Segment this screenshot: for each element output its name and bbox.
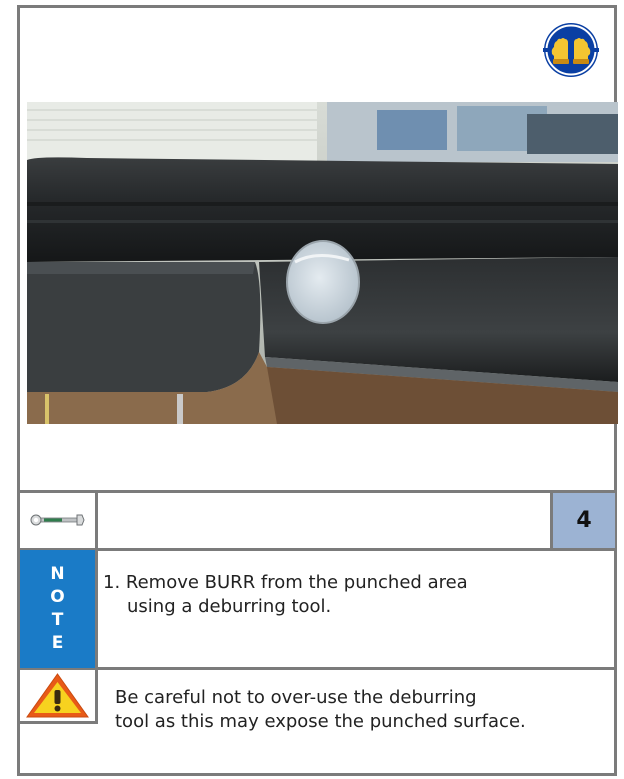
step-number: 4 xyxy=(553,493,615,548)
row-divider xyxy=(20,667,617,670)
note-text: 1. Remove BURR from the punched area usi… xyxy=(103,571,603,619)
note-line: using a deburring tool. xyxy=(127,596,332,617)
safety-gloves-icon xyxy=(543,23,599,77)
tool-cell xyxy=(20,493,95,548)
row-divider xyxy=(20,721,98,724)
caution-text: Be careful not to over-use the deburring… xyxy=(115,686,620,734)
note-letter: E xyxy=(51,633,64,653)
note-letter: T xyxy=(51,610,64,630)
warning-triangle-icon xyxy=(26,673,89,718)
column-divider xyxy=(95,490,98,724)
caution-line: tool as this may expose the punched surf… xyxy=(115,711,526,732)
warning-cell xyxy=(20,670,95,720)
caution-line: Be careful not to over-use the deburring xyxy=(115,687,477,708)
note-letter: N xyxy=(50,564,65,584)
note-label: N O T E xyxy=(20,550,95,668)
note-letter: O xyxy=(50,587,65,607)
wrench-icon xyxy=(30,514,85,526)
row-divider xyxy=(20,548,617,551)
row-divider xyxy=(20,490,617,493)
product-photo xyxy=(27,102,618,424)
note-line: 1. Remove BURR from the punched area xyxy=(103,572,468,593)
